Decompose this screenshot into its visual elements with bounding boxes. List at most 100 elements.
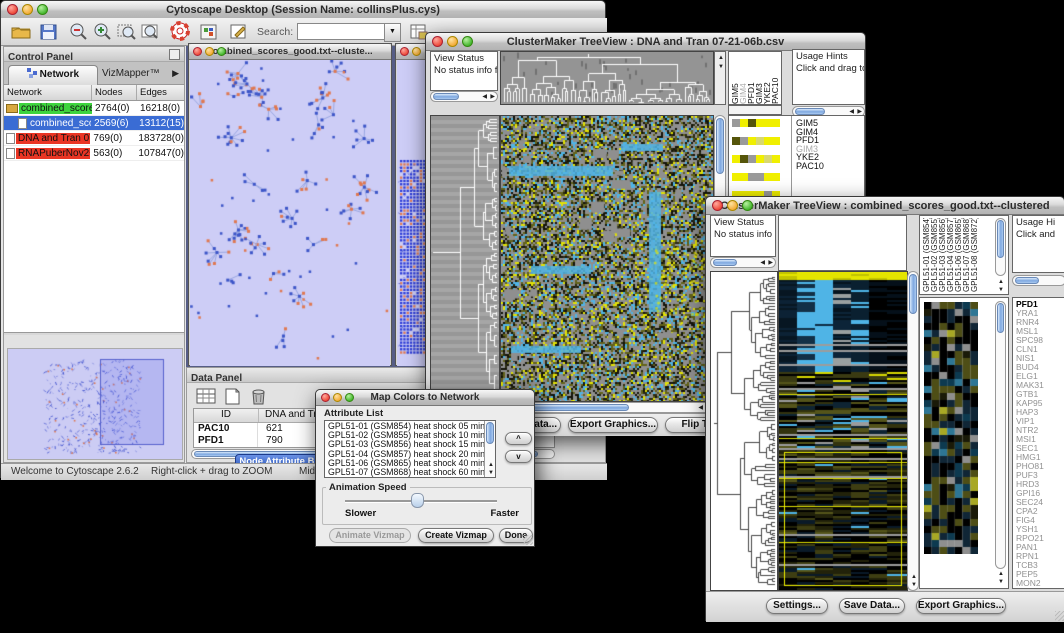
tv1-zoom-heatmap[interactable] xyxy=(732,119,780,167)
tv2-zoom-heatmap[interactable] xyxy=(924,302,978,554)
network-view-frame: combined_scores_good.txt--cluste... xyxy=(188,43,392,366)
save-icon[interactable] xyxy=(37,21,61,42)
tv2-settings-button[interactable]: Settings... xyxy=(766,598,828,614)
animation-speed-label: Animation Speed xyxy=(326,482,410,493)
table-icon[interactable] xyxy=(195,387,219,408)
tv2-array-label: GPL51-06 (GSM865) xyxy=(955,218,963,292)
frame-minimize-button[interactable] xyxy=(205,47,214,56)
move-up-button[interactable]: ^ xyxy=(505,432,532,445)
tv2-export-graphics-button[interactable]: Export Graphics... xyxy=(916,598,1006,614)
dialog-close-button[interactable] xyxy=(321,393,330,402)
zoom-fit-icon[interactable] xyxy=(139,21,163,42)
new-attribute-icon[interactable] xyxy=(221,387,245,408)
tab-network[interactable]: Network xyxy=(8,65,98,85)
tv2-zoom-button[interactable] xyxy=(742,200,753,211)
tv2-gene-label: MSL1 xyxy=(1016,327,1064,336)
tv2-zoom-vscrollbar[interactable] xyxy=(995,301,1006,569)
tv1-usage-hints-panel: Usage Hints Click and drag tc xyxy=(792,49,865,105)
network-nodes: 563(0) xyxy=(90,148,135,159)
tv2-save-data-button[interactable]: Save Data... xyxy=(839,598,905,614)
move-down-button[interactable]: v xyxy=(505,450,532,463)
tv1-zoom-button[interactable] xyxy=(462,36,473,47)
network-name-cell: RNAPuberNov2+I xyxy=(4,148,90,159)
network-row[interactable]: combined_sco2569(6)13112(15) xyxy=(4,116,184,131)
tv1-gene-dendrogram[interactable] xyxy=(430,115,500,402)
attribute-item[interactable]: GPL51-07 (GSM868) heat shock 60 min xyxy=(326,468,483,477)
close-button[interactable] xyxy=(7,4,18,15)
dialog-resize-grip[interactable] xyxy=(523,535,533,545)
tv2-gene-label: NIS1 xyxy=(1016,354,1064,363)
tab-overflow-arrow[interactable]: ▶ xyxy=(172,68,179,79)
tv2-resize-grip[interactable] xyxy=(1055,611,1064,621)
help-lifering-icon[interactable] xyxy=(169,21,193,42)
zoom-window-button[interactable] xyxy=(37,4,48,15)
frame-zoom-button[interactable] xyxy=(217,47,226,56)
column-edges[interactable]: Edges xyxy=(137,85,184,100)
attribute-listbox: GPL51-01 (GSM854) heat shock 05 minGPL51… xyxy=(324,420,496,478)
network-row[interactable]: DNA and Tran 07769(0)183728(0) xyxy=(4,131,184,146)
tv2-status-hscrollbar[interactable]: ◀▶ xyxy=(710,257,776,268)
tv2-minimize-button[interactable] xyxy=(727,200,738,211)
tv1-close-button[interactable] xyxy=(432,36,443,47)
vizmapper-icon[interactable] xyxy=(197,21,221,42)
tv2-zoom-down-arrow[interactable]: ▼ xyxy=(998,579,1004,585)
tv2-global-heatmap[interactable] xyxy=(778,271,908,591)
frame-close-button[interactable] xyxy=(193,47,202,56)
tv1-global-heatmap[interactable] xyxy=(500,115,714,402)
tv2-heatmap-vscrollbar[interactable]: ▲▼ xyxy=(907,271,919,591)
tv1-gene-label: GIM5 xyxy=(796,119,824,128)
column-nodes[interactable]: Nodes xyxy=(92,85,137,100)
tv1-array-dendrogram[interactable] xyxy=(500,51,714,105)
frame2-close-button[interactable] xyxy=(400,47,409,56)
tv1-status-hscrollbar[interactable]: ◀▶ xyxy=(430,91,498,102)
data-row-id: PAC10 xyxy=(194,423,258,435)
tv1-strip-down-arrow[interactable]: ▼ xyxy=(718,64,724,70)
speed-slider-thumb[interactable] xyxy=(411,493,424,508)
tv1-strip-up-arrow[interactable]: ▲ xyxy=(718,55,724,61)
network-nodes: 2764(0) xyxy=(92,103,137,114)
tv2-view-status-panel: View Status No status info xyxy=(710,215,776,257)
tv2-array-label: GPL51-08 (GSM872) xyxy=(971,218,979,292)
search-dropdown-button[interactable]: ▼ xyxy=(384,23,401,42)
network-canvas[interactable] xyxy=(190,60,390,366)
open-file-icon[interactable] xyxy=(9,21,33,42)
network-overview-canvas[interactable] xyxy=(7,348,183,460)
tv1-export-graphics-button[interactable]: Export Graphics... xyxy=(568,417,658,433)
tab-vizmapper[interactable]: VizMapper™ xyxy=(102,68,160,79)
tv2-titlebar[interactable]: ClusterMaker TreeView : combined_scores_… xyxy=(706,197,1064,215)
search-input[interactable] xyxy=(297,23,385,40)
minimize-button[interactable] xyxy=(22,4,33,15)
tv2-gene-label: HMG1 xyxy=(1016,453,1064,462)
main-titlebar[interactable]: Cytoscape Desktop (Session Name: collins… xyxy=(1,1,605,19)
create-vizmap-button[interactable]: Create Vizmap xyxy=(418,528,494,543)
tv2-zoom-up-arrow[interactable]: ▲ xyxy=(998,571,1004,577)
tv2-labels-down-arrow[interactable]: ▼ xyxy=(998,287,1004,293)
zoom-out-icon[interactable] xyxy=(67,21,91,42)
dialog-minimize-button[interactable] xyxy=(333,393,342,402)
tv2-gene-label: PHO81 xyxy=(1016,462,1064,471)
zoom-selected-icon[interactable] xyxy=(115,21,139,42)
delete-attribute-icon[interactable] xyxy=(247,387,271,408)
tv2-gene-label: HAP3 xyxy=(1016,408,1064,417)
column-network[interactable]: Network xyxy=(4,85,92,100)
tv1-minimize-button[interactable] xyxy=(447,36,458,47)
frame2-minimize-button[interactable] xyxy=(412,47,421,56)
tv2-labels-up-arrow[interactable]: ▲ xyxy=(998,279,1004,285)
tv2-gene-label: GPI16 xyxy=(1016,489,1064,498)
tv2-gene-dendrogram[interactable] xyxy=(710,271,778,591)
dialog-titlebar[interactable]: Map Colors to Network xyxy=(316,390,534,406)
id-column-header[interactable]: ID xyxy=(194,409,259,422)
dialog-zoom-button[interactable] xyxy=(345,393,354,402)
tv2-close-button[interactable] xyxy=(712,200,723,211)
tv2-usage-hscrollbar[interactable] xyxy=(1012,275,1064,286)
attribute-list-vscrollbar[interactable]: ▲▼ xyxy=(484,421,495,477)
zoom-in-icon[interactable] xyxy=(91,21,115,42)
network-row[interactable]: combined_scores2764(0)16218(0) xyxy=(4,101,184,116)
float-panel-icon[interactable] xyxy=(169,49,180,60)
tv2-labels-vscrollbar[interactable] xyxy=(995,218,1006,276)
animate-vizmap-button[interactable]: Animate Vizmap xyxy=(329,528,411,543)
network-row[interactable]: RNAPuberNov2+I563(0)107847(0) xyxy=(4,146,184,161)
tv2-gene-label: YRA1 xyxy=(1016,309,1064,318)
tv2-gene-label: YSH1 xyxy=(1016,525,1064,534)
annotation-icon[interactable] xyxy=(227,21,251,42)
